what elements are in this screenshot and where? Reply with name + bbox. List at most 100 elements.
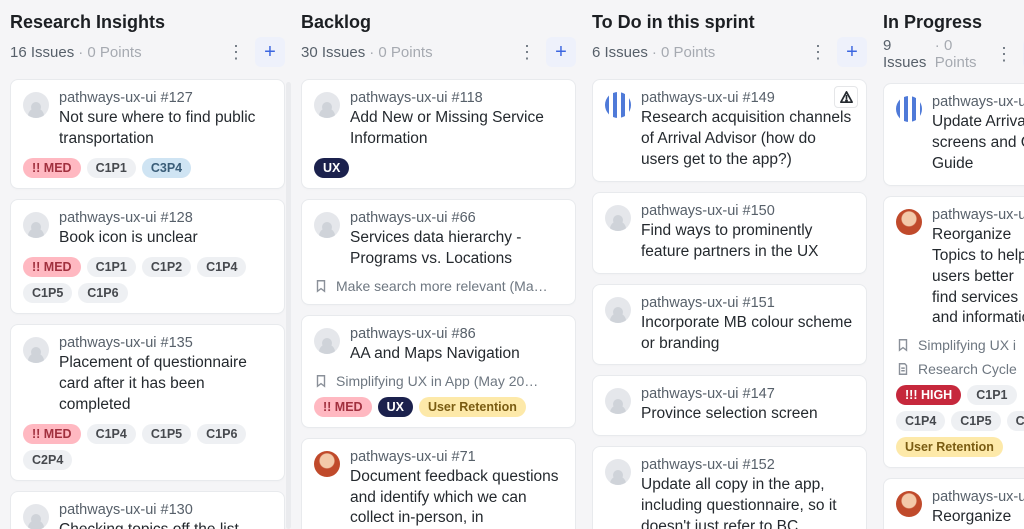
column-issue-count: 16 Issues: [10, 44, 74, 61]
column-points: · 0 Points: [369, 44, 432, 61]
label-pill[interactable]: C1P6: [78, 283, 127, 303]
card[interactable]: pathways-ux-ui #118Add New or Missing Se…: [301, 79, 576, 189]
card-header: pathways-ux-ui #147Province selection sc…: [605, 386, 854, 425]
card-reference[interactable]: pathways-ux-ui #149: [641, 90, 854, 106]
card-repo: pathways-ux-ui: [59, 90, 157, 106]
card[interactable]: pathways-ux-ui Reorganize Topics to help…: [883, 196, 1024, 469]
card[interactable]: pathways-ux-ui Update Arrival screens an…: [883, 83, 1024, 186]
label-pill[interactable]: C1P5: [23, 283, 72, 303]
card-reference[interactable]: pathways-ux-ui: [932, 489, 1024, 505]
card[interactable]: pathways-ux-ui #130 Checking topics off t…: [10, 491, 285, 529]
column-issue-count: 30 Issues: [301, 44, 365, 61]
card[interactable]: pathways-ux-ui Reorganize app homepage/p…: [883, 478, 1024, 529]
label-pill[interactable]: !! MED: [23, 424, 81, 444]
card-reference[interactable]: pathways-ux-ui #86: [350, 326, 563, 342]
card-number: #86: [452, 326, 476, 342]
card-header: pathways-ux-ui Reorganize Topics to help…: [896, 207, 1024, 330]
card-reference[interactable]: pathways-ux-ui: [932, 94, 1024, 110]
card-main: pathways-ux-ui #66Services data hierarch…: [350, 210, 563, 270]
warning-icon: [834, 86, 858, 108]
label-pill[interactable]: C1P5: [142, 424, 191, 444]
column-menu-button[interactable]: [512, 37, 542, 67]
label-pill[interactable]: UX: [314, 158, 349, 178]
label-pill[interactable]: C1P1: [87, 257, 136, 277]
card-reference[interactable]: pathways-ux-ui #150: [641, 203, 854, 219]
column-menu-button[interactable]: [989, 39, 1019, 69]
assignee-avatar[interactable]: [314, 92, 340, 118]
card-meta[interactable]: Research Cycle: [896, 361, 1024, 377]
card-meta[interactable]: Simplifying UX i: [896, 337, 1024, 353]
card-header: pathways-ux-ui #118Add New or Missing Se…: [314, 90, 563, 150]
card-reference[interactable]: pathways-ux-ui #128: [59, 210, 272, 226]
label-pill[interactable]: !!! HIGH: [896, 385, 961, 405]
card[interactable]: pathways-ux-ui #135Placement of question…: [10, 324, 285, 481]
card-header: pathways-ux-ui #151 Incorporate MB colour…: [605, 295, 854, 355]
card[interactable]: pathways-ux-ui #71Document feedback ques…: [301, 438, 576, 529]
label-pill[interactable]: C1P2: [142, 257, 191, 277]
card[interactable]: pathways-ux-ui #86AA and Maps Navigation…: [301, 315, 576, 428]
card-reference[interactable]: pathways-ux-ui #130: [59, 502, 272, 518]
card-title: Checking topics off the list: [59, 520, 272, 529]
assignee-avatar[interactable]: [23, 337, 49, 363]
card[interactable]: pathways-ux-ui #128Book icon is unclear!…: [10, 199, 285, 314]
assignee-avatar[interactable]: [605, 205, 631, 231]
assignee-avatar[interactable]: [23, 504, 49, 529]
card[interactable]: pathways-ux-ui #152Update all copy in th…: [592, 446, 867, 529]
card-reference[interactable]: pathways-ux-ui #151: [641, 295, 854, 311]
add-card-button[interactable]: [837, 37, 867, 67]
assignee-avatar[interactable]: [896, 96, 922, 122]
card[interactable]: pathways-ux-ui #151 Incorporate MB colour…: [592, 284, 867, 366]
card-repo: pathways-ux-ui: [350, 449, 448, 465]
card-reference[interactable]: pathways-ux-ui #147: [641, 386, 854, 402]
label-pill[interactable]: C1P6: [197, 424, 246, 444]
assignee-avatar[interactable]: [23, 212, 49, 238]
card-reference[interactable]: pathways-ux-ui #71: [350, 449, 563, 465]
card-header: pathways-ux-ui #149Research acquisition …: [605, 90, 854, 171]
column-menu-button[interactable]: [221, 37, 251, 67]
assignee-avatar[interactable]: [314, 212, 340, 238]
add-card-button[interactable]: [546, 37, 576, 67]
label-pill[interactable]: User Retention: [896, 437, 1003, 457]
label-pill[interactable]: C: [1007, 411, 1024, 431]
scrollbar[interactable]: [286, 82, 291, 529]
card[interactable]: pathways-ux-ui #66Services data hierarch…: [301, 199, 576, 305]
label-pill[interactable]: UX: [378, 397, 413, 417]
label-pill[interactable]: C1P4: [896, 411, 945, 431]
label-pill[interactable]: !! MED: [23, 158, 81, 178]
card[interactable]: pathways-ux-ui #150Find ways to prominen…: [592, 192, 867, 274]
label-pill[interactable]: C1P4: [87, 424, 136, 444]
label-pill[interactable]: C1P4: [197, 257, 246, 277]
assignee-avatar[interactable]: [896, 209, 922, 235]
label-pill[interactable]: !! MED: [23, 257, 81, 277]
card[interactable]: pathways-ux-ui #147Province selection sc…: [592, 375, 867, 436]
assignee-avatar[interactable]: [605, 297, 631, 323]
card-meta[interactable]: Make search more relevant (Ma…: [314, 278, 563, 294]
column-menu-button[interactable]: [803, 37, 833, 67]
label-pill[interactable]: C1P1: [967, 385, 1016, 405]
assignee-avatar[interactable]: [314, 328, 340, 354]
card-title: Incorporate MB colour scheme or branding: [641, 313, 854, 355]
card[interactable]: pathways-ux-ui #149Research acquisition …: [592, 79, 867, 182]
label-pill[interactable]: C1P1: [87, 158, 136, 178]
assignee-avatar[interactable]: [605, 388, 631, 414]
add-card-button[interactable]: [255, 37, 285, 67]
label-pill[interactable]: !! MED: [314, 397, 372, 417]
card-reference[interactable]: pathways-ux-ui #66: [350, 210, 563, 226]
column-body: pathways-ux-ui Update Arrival screens an…: [883, 83, 1024, 529]
assignee-avatar[interactable]: [314, 451, 340, 477]
assignee-avatar[interactable]: [605, 459, 631, 485]
card-reference[interactable]: pathways-ux-ui #127: [59, 90, 272, 106]
label-pill[interactable]: C2P4: [23, 450, 72, 470]
assignee-avatar[interactable]: [23, 92, 49, 118]
card-reference[interactable]: pathways-ux-ui #152: [641, 457, 854, 473]
label-pill[interactable]: C3P4: [142, 158, 191, 178]
card-reference[interactable]: pathways-ux-ui: [932, 207, 1024, 223]
card-reference[interactable]: pathways-ux-ui #118: [350, 90, 563, 106]
card[interactable]: pathways-ux-ui #127Not sure where to fin…: [10, 79, 285, 189]
label-pill[interactable]: C1P5: [951, 411, 1000, 431]
label-pill[interactable]: User Retention: [419, 397, 526, 417]
assignee-avatar[interactable]: [896, 491, 922, 517]
assignee-avatar[interactable]: [605, 92, 631, 118]
card-meta[interactable]: Simplifying UX in App (May 20…: [314, 373, 563, 389]
card-reference[interactable]: pathways-ux-ui #135: [59, 335, 272, 351]
